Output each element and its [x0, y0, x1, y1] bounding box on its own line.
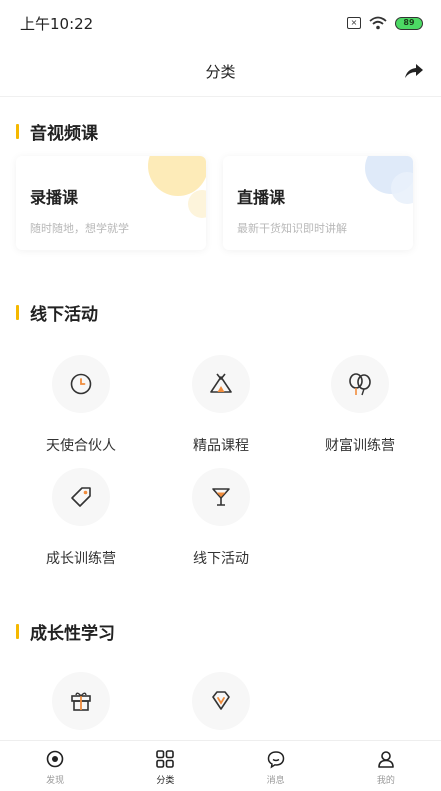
- tab-category[interactable]: 分类: [110, 741, 220, 791]
- section-accent-bar: [16, 305, 19, 320]
- icon-circle: [192, 468, 250, 526]
- grid-label: 精品课程: [193, 438, 249, 454]
- icon-circle: [52, 355, 110, 413]
- tab-bar: 发现 分类 消息 我的: [0, 740, 441, 791]
- sim-icon: ×: [347, 17, 361, 29]
- grid-item-premium-course[interactable]: 精品课程: [156, 355, 286, 455]
- tab-discover[interactable]: 发现: [0, 741, 110, 791]
- discover-icon: [46, 750, 64, 768]
- icon-circle: [192, 672, 250, 730]
- profile-icon: [378, 751, 394, 768]
- card-title: 直播课: [237, 188, 286, 207]
- tab-label: 我的: [376, 776, 395, 786]
- section-title-growth: 成长性学习: [16, 619, 115, 644]
- icon-circle: [52, 672, 110, 730]
- tab-profile[interactable]: 我的: [331, 741, 441, 791]
- grid-label: 成长训练营: [46, 551, 116, 567]
- diamond-icon: [212, 691, 230, 710]
- grid-label: 财富训练营: [325, 438, 395, 454]
- balloons-icon: [349, 373, 371, 396]
- section-title-text: 成长性学习: [30, 624, 115, 644]
- icon-circle: [192, 355, 250, 413]
- section-title-text: 线下活动: [30, 305, 98, 325]
- grid-item-growth-camp[interactable]: 成长训练营: [16, 468, 146, 568]
- icon-circle: [331, 355, 389, 413]
- icon-circle: [52, 468, 110, 526]
- section-title-av-courses: 音视频课: [16, 119, 98, 144]
- page-title: 分类: [205, 62, 236, 81]
- card-recorded-course[interactable]: 录播课 随时随地，想学就学: [16, 156, 206, 250]
- share-icon[interactable]: [403, 61, 425, 81]
- tent-icon: [210, 373, 232, 393]
- status-icons: × 89: [347, 16, 423, 30]
- clock-icon: [70, 373, 92, 395]
- card-title: 录播课: [30, 188, 79, 207]
- grid-item-growth-gift[interactable]: [16, 672, 146, 730]
- cocktail-icon: [212, 488, 230, 506]
- tab-label: 分类: [156, 776, 175, 786]
- nav-bar: 分类: [0, 46, 441, 96]
- grid-item-growth-diamond[interactable]: [156, 672, 286, 730]
- grid-item-offline-activity[interactable]: 线下活动: [156, 468, 286, 568]
- category-icon: [156, 750, 175, 768]
- wifi-icon: [369, 16, 387, 30]
- tab-message[interactable]: 消息: [221, 741, 331, 791]
- card-subtitle: 最新干货知识即时讲解: [237, 222, 347, 235]
- grid-label: 线下活动: [193, 551, 249, 567]
- section-accent-bar: [16, 624, 19, 639]
- card-live-course[interactable]: 直播课 最新干货知识即时讲解: [223, 156, 413, 250]
- grid-item-wealth-camp[interactable]: 财富训练营: [295, 355, 425, 455]
- grid-item-angel-partner[interactable]: 天使合伙人: [16, 355, 146, 455]
- section-accent-bar: [16, 124, 19, 139]
- tab-label: 消息: [266, 776, 285, 786]
- battery-icon: 89: [395, 16, 423, 30]
- status-time: 上午10:22: [20, 14, 94, 33]
- card-subtitle: 随时随地，想学就学: [30, 222, 129, 235]
- section-title-offline: 线下活动: [16, 300, 98, 325]
- tab-label: 发现: [46, 776, 65, 786]
- gift-icon: [71, 692, 91, 711]
- section-title-text: 音视频课: [30, 124, 98, 144]
- nav-divider: [0, 96, 441, 97]
- grid-label: 天使合伙人: [46, 438, 116, 454]
- tag-icon: [71, 487, 91, 507]
- message-icon: [267, 751, 284, 769]
- status-bar: 上午10:22 × 89: [0, 0, 441, 46]
